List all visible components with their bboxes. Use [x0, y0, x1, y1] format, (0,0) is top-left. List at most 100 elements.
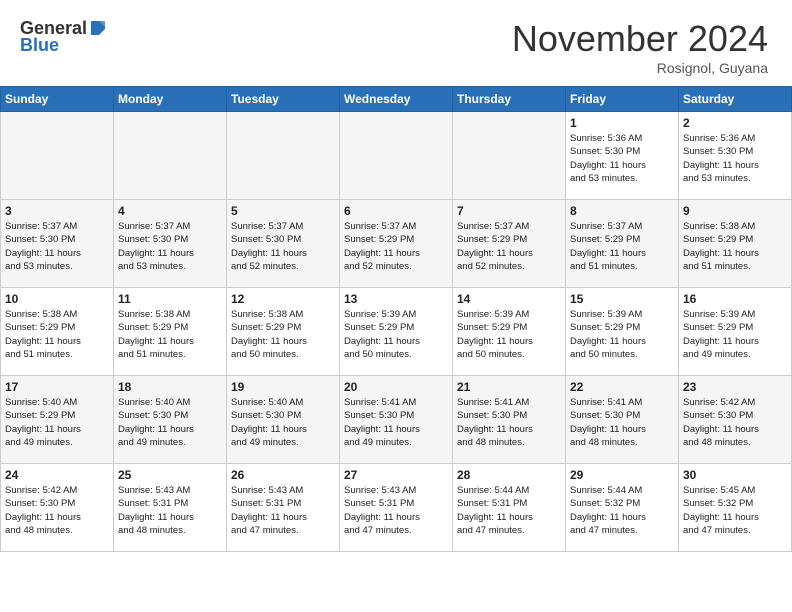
logo: General Blue [20, 18, 107, 56]
calendar-cell: 22 Sunrise: 5:41 AM Sunset: 5:30 PM Dayli… [566, 376, 679, 464]
calendar-week-row: 17 Sunrise: 5:40 AM Sunset: 5:29 PM Dayli… [1, 376, 792, 464]
calendar-cell: 19 Sunrise: 5:40 AM Sunset: 5:30 PM Dayli… [227, 376, 340, 464]
day-number: 13 [344, 292, 448, 306]
calendar-cell: 21 Sunrise: 5:41 AM Sunset: 5:30 PM Dayli… [453, 376, 566, 464]
title-block: November 2024 Rosignol, Guyana [512, 18, 768, 76]
day-info: Sunrise: 5:37 AM Sunset: 5:29 PM Dayligh… [570, 220, 674, 273]
day-info: Sunrise: 5:42 AM Sunset: 5:30 PM Dayligh… [683, 396, 787, 449]
calendar-table: SundayMondayTuesdayWednesdayThursdayFrid… [0, 86, 792, 552]
day-number: 5 [231, 204, 335, 218]
calendar-cell [340, 112, 453, 200]
calendar-cell: 30 Sunrise: 5:45 AM Sunset: 5:32 PM Dayli… [679, 464, 792, 552]
day-number: 28 [457, 468, 561, 482]
day-number: 2 [683, 116, 787, 130]
logo-bird-icon [89, 19, 107, 37]
day-info: Sunrise: 5:37 AM Sunset: 5:30 PM Dayligh… [118, 220, 222, 273]
day-number: 11 [118, 292, 222, 306]
day-info: Sunrise: 5:37 AM Sunset: 5:29 PM Dayligh… [344, 220, 448, 273]
calendar-cell: 9Sunrise: 5:38 AM Sunset: 5:29 PM Daylig… [679, 200, 792, 288]
calendar-cell: 14Sunrise: 5:39 AM Sunset: 5:29 PM Dayli… [453, 288, 566, 376]
weekday-header-thursday: Thursday [453, 87, 566, 112]
day-info: Sunrise: 5:43 AM Sunset: 5:31 PM Dayligh… [231, 484, 335, 537]
weekday-header-sunday: Sunday [1, 87, 114, 112]
day-number: 19 [231, 380, 335, 394]
calendar-cell: 10 Sunrise: 5:38 AM Sunset: 5:29 PM Dayli… [1, 288, 114, 376]
calendar-cell: 12 Sunrise: 5:38 AM Sunset: 5:29 PM Dayli… [227, 288, 340, 376]
day-info: Sunrise: 5:38 AM Sunset: 5:29 PM Dayligh… [231, 308, 335, 361]
calendar-week-row: 1 Sunrise: 5:36 AM Sunset: 5:30 PM Daylig… [1, 112, 792, 200]
calendar-cell: 16 Sunrise: 5:39 AM Sunset: 5:29 PM Dayli… [679, 288, 792, 376]
day-number: 25 [118, 468, 222, 482]
weekday-header-monday: Monday [114, 87, 227, 112]
day-info: Sunrise: 5:36 AM Sunset: 5:30 PM Dayligh… [683, 132, 787, 185]
calendar-cell: 17 Sunrise: 5:40 AM Sunset: 5:29 PM Dayli… [1, 376, 114, 464]
day-info: Sunrise: 5:40 AM Sunset: 5:30 PM Dayligh… [118, 396, 222, 449]
logo-blue: Blue [20, 35, 59, 56]
day-info: Sunrise: 5:40 AM Sunset: 5:29 PM Dayligh… [5, 396, 109, 449]
calendar-cell [1, 112, 114, 200]
calendar-cell: 6 Sunrise: 5:37 AM Sunset: 5:29 PM Daylig… [340, 200, 453, 288]
day-number: 26 [231, 468, 335, 482]
calendar-cell: 27 Sunrise: 5:43 AM Sunset: 5:31 PM Dayli… [340, 464, 453, 552]
day-info: Sunrise: 5:39 AM Sunset: 5:29 PM Dayligh… [570, 308, 674, 361]
day-info: Sunrise: 5:44 AM Sunset: 5:31 PM Dayligh… [457, 484, 561, 537]
day-number: 24 [5, 468, 109, 482]
day-info: Sunrise: 5:44 AM Sunset: 5:32 PM Dayligh… [570, 484, 674, 537]
day-number: 21 [457, 380, 561, 394]
day-number: 12 [231, 292, 335, 306]
day-number: 23 [683, 380, 787, 394]
day-number: 29 [570, 468, 674, 482]
calendar-cell: 26 Sunrise: 5:43 AM Sunset: 5:31 PM Dayli… [227, 464, 340, 552]
day-info: Sunrise: 5:37 AM Sunset: 5:29 PM Dayligh… [457, 220, 561, 273]
day-number: 27 [344, 468, 448, 482]
weekday-header-saturday: Saturday [679, 87, 792, 112]
day-number: 9 [683, 204, 787, 218]
day-info: Sunrise: 5:43 AM Sunset: 5:31 PM Dayligh… [118, 484, 222, 537]
day-info: Sunrise: 5:41 AM Sunset: 5:30 PM Dayligh… [344, 396, 448, 449]
day-info: Sunrise: 5:43 AM Sunset: 5:31 PM Dayligh… [344, 484, 448, 537]
location: Rosignol, Guyana [512, 60, 768, 76]
day-number: 10 [5, 292, 109, 306]
day-info: Sunrise: 5:45 AM Sunset: 5:32 PM Dayligh… [683, 484, 787, 537]
calendar-cell: 2 Sunrise: 5:36 AM Sunset: 5:30 PM Daylig… [679, 112, 792, 200]
calendar-cell: 29 Sunrise: 5:44 AM Sunset: 5:32 PM Dayli… [566, 464, 679, 552]
header: General Blue November 2024 Rosignol, Guy… [0, 0, 792, 86]
day-number: 20 [344, 380, 448, 394]
calendar-cell: 7Sunrise: 5:37 AM Sunset: 5:29 PM Daylig… [453, 200, 566, 288]
weekday-header-tuesday: Tuesday [227, 87, 340, 112]
day-info: Sunrise: 5:41 AM Sunset: 5:30 PM Dayligh… [457, 396, 561, 449]
month-title: November 2024 [512, 18, 768, 60]
calendar-cell: 20 Sunrise: 5:41 AM Sunset: 5:30 PM Dayli… [340, 376, 453, 464]
page: General Blue November 2024 Rosignol, Guy… [0, 0, 792, 612]
day-number: 1 [570, 116, 674, 130]
calendar-cell: 15 Sunrise: 5:39 AM Sunset: 5:29 PM Dayli… [566, 288, 679, 376]
calendar-cell: 8 Sunrise: 5:37 AM Sunset: 5:29 PM Daylig… [566, 200, 679, 288]
day-number: 16 [683, 292, 787, 306]
day-info: Sunrise: 5:36 AM Sunset: 5:30 PM Dayligh… [570, 132, 674, 185]
day-number: 14 [457, 292, 561, 306]
day-info: Sunrise: 5:38 AM Sunset: 5:29 PM Dayligh… [5, 308, 109, 361]
day-number: 30 [683, 468, 787, 482]
day-number: 6 [344, 204, 448, 218]
calendar-cell [453, 112, 566, 200]
calendar-cell: 23 Sunrise: 5:42 AM Sunset: 5:30 PM Dayli… [679, 376, 792, 464]
day-number: 17 [5, 380, 109, 394]
day-info: Sunrise: 5:39 AM Sunset: 5:29 PM Dayligh… [683, 308, 787, 361]
day-info: Sunrise: 5:41 AM Sunset: 5:30 PM Dayligh… [570, 396, 674, 449]
calendar-cell [114, 112, 227, 200]
day-info: Sunrise: 5:39 AM Sunset: 5:29 PM Dayligh… [344, 308, 448, 361]
day-number: 15 [570, 292, 674, 306]
weekday-header-wednesday: Wednesday [340, 87, 453, 112]
calendar-cell: 28 Sunrise: 5:44 AM Sunset: 5:31 PM Dayli… [453, 464, 566, 552]
calendar-cell: 3Sunrise: 5:37 AM Sunset: 5:30 PM Daylig… [1, 200, 114, 288]
calendar-cell [227, 112, 340, 200]
calendar-week-row: 3Sunrise: 5:37 AM Sunset: 5:30 PM Daylig… [1, 200, 792, 288]
day-info: Sunrise: 5:40 AM Sunset: 5:30 PM Dayligh… [231, 396, 335, 449]
calendar-cell: 24 Sunrise: 5:42 AM Sunset: 5:30 PM Dayli… [1, 464, 114, 552]
day-info: Sunrise: 5:42 AM Sunset: 5:30 PM Dayligh… [5, 484, 109, 537]
day-number: 22 [570, 380, 674, 394]
day-info: Sunrise: 5:37 AM Sunset: 5:30 PM Dayligh… [231, 220, 335, 273]
day-number: 8 [570, 204, 674, 218]
day-number: 18 [118, 380, 222, 394]
calendar-cell: 13 Sunrise: 5:39 AM Sunset: 5:29 PM Dayli… [340, 288, 453, 376]
